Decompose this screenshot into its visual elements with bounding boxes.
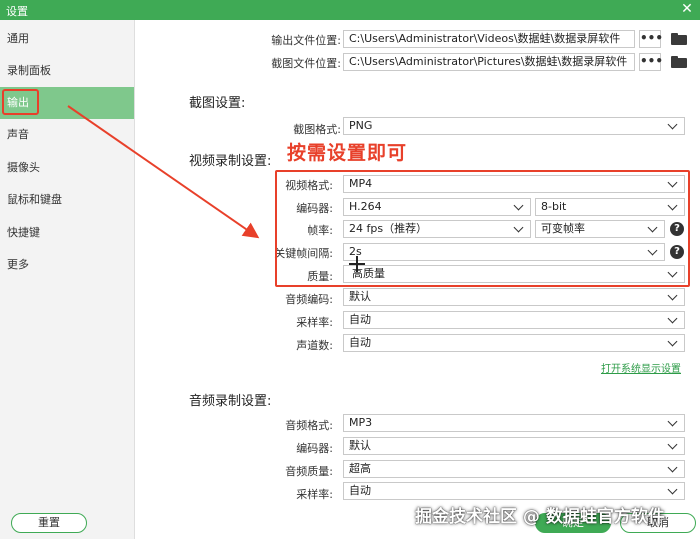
chevron-down-icon bbox=[666, 416, 680, 430]
sidebar-item-record-panel[interactable]: 录制面板 bbox=[0, 55, 134, 87]
sidebar-item-more[interactable]: 更多 bbox=[0, 249, 134, 281]
sidebar-item-label: 摄像头 bbox=[7, 161, 40, 174]
sample-rate-label: 采样率: bbox=[296, 316, 333, 329]
sidebar-item-label: 录制面板 bbox=[7, 64, 51, 77]
select-value: 自动 bbox=[349, 336, 371, 349]
select-value: 自动 bbox=[349, 313, 371, 326]
folder-icon[interactable] bbox=[670, 32, 688, 46]
sample-rate-select[interactable]: 自动 bbox=[343, 311, 685, 329]
output-folder-label: 输出文件位置: bbox=[271, 34, 341, 47]
select-value: 默认 bbox=[349, 290, 371, 303]
reset-button[interactable]: 重置 bbox=[11, 513, 87, 533]
system-display-settings-link[interactable]: 打开系统显示设置 bbox=[601, 360, 681, 375]
sidebar-item-label: 快捷键 bbox=[7, 226, 40, 239]
sidebar-item-mouse-keyboard[interactable]: 鼠标和键盘 bbox=[0, 184, 134, 216]
chevron-down-icon bbox=[666, 313, 680, 327]
chevron-down-icon bbox=[666, 484, 680, 498]
audio-format-select[interactable]: MP3 bbox=[343, 414, 685, 432]
output-folder-field[interactable]: C:\Users\Administrator\Videos\数据蛙\数据录屏软件 bbox=[343, 30, 635, 48]
audio-quality-label: 音频质量: bbox=[285, 465, 333, 478]
audio-sample-rate-label: 采样率: bbox=[296, 488, 333, 501]
video-settings-heading: 视频录制设置: bbox=[189, 154, 272, 169]
select-value: 超高 bbox=[349, 462, 371, 475]
screenshot-folder-label: 截图文件位置: bbox=[271, 57, 341, 70]
close-icon[interactable]: ✕ bbox=[680, 1, 694, 17]
audio-encoder-label: 音频编码: bbox=[285, 293, 333, 306]
sidebar-item-general[interactable]: 通用 bbox=[0, 23, 134, 55]
select-value: MP3 bbox=[349, 416, 373, 429]
audio-quality-select[interactable]: 超高 bbox=[343, 460, 685, 478]
sidebar-item-label: 声音 bbox=[7, 128, 29, 141]
audio-encoder-select[interactable]: 默认 bbox=[343, 288, 685, 306]
channels-select[interactable]: 自动 bbox=[343, 334, 685, 352]
chevron-down-icon bbox=[666, 336, 680, 350]
select-value: PNG bbox=[349, 119, 373, 132]
screenshot-format-label: 截图格式: bbox=[293, 123, 341, 136]
chevron-down-icon bbox=[666, 119, 680, 133]
sidebar-item-sound[interactable]: 声音 bbox=[0, 119, 134, 151]
audio-format-label: 音频格式: bbox=[285, 419, 333, 432]
settings-panel: 输出文件位置: C:\Users\Administrator\Videos\数据… bbox=[135, 20, 700, 539]
channels-label: 声道数: bbox=[296, 339, 333, 352]
browse-output-button[interactable]: ••• bbox=[639, 30, 663, 48]
chevron-down-icon bbox=[666, 439, 680, 453]
audio-settings-heading: 音频录制设置: bbox=[189, 394, 272, 409]
chevron-down-icon bbox=[666, 462, 680, 476]
select-value: 自动 bbox=[349, 484, 371, 497]
sidebar-item-label: 更多 bbox=[7, 258, 29, 271]
audio-codec-select[interactable]: 默认 bbox=[343, 437, 685, 455]
annotation-highlight-box bbox=[275, 170, 690, 287]
annotation-highlight-box bbox=[2, 89, 39, 115]
window-title: 设置 bbox=[6, 5, 28, 18]
sidebar-item-label: 鼠标和键盘 bbox=[7, 193, 62, 206]
sidebar-item-camera[interactable]: 摄像头 bbox=[0, 152, 134, 184]
screenshot-settings-heading: 截图设置: bbox=[189, 96, 246, 111]
select-value: 默认 bbox=[349, 439, 371, 452]
watermark: 掘金技术社区 @ 数据蛙官方软件 bbox=[415, 507, 665, 527]
audio-sample-rate-select[interactable]: 自动 bbox=[343, 482, 685, 500]
title-bar: 设置 ✕ bbox=[0, 0, 700, 20]
browse-screenshot-button[interactable]: ••• bbox=[639, 53, 663, 71]
chevron-down-icon bbox=[666, 290, 680, 304]
sidebar: 通用 录制面板 输出 声音 摄像头 鼠标和键盘 快捷键 更多 bbox=[0, 20, 135, 539]
screenshot-format-select[interactable]: PNG bbox=[343, 117, 685, 135]
sidebar-item-hotkeys[interactable]: 快捷键 bbox=[0, 217, 134, 249]
folder-icon[interactable] bbox=[670, 55, 688, 69]
screenshot-folder-field[interactable]: C:\Users\Administrator\Pictures\数据蛙\数据录屏… bbox=[343, 53, 635, 71]
annotation-text: 按需设置即可 bbox=[287, 142, 408, 164]
sidebar-item-output[interactable]: 输出 bbox=[0, 87, 134, 119]
audio-codec-label: 编码器: bbox=[296, 442, 333, 455]
sidebar-item-label: 通用 bbox=[7, 32, 29, 45]
